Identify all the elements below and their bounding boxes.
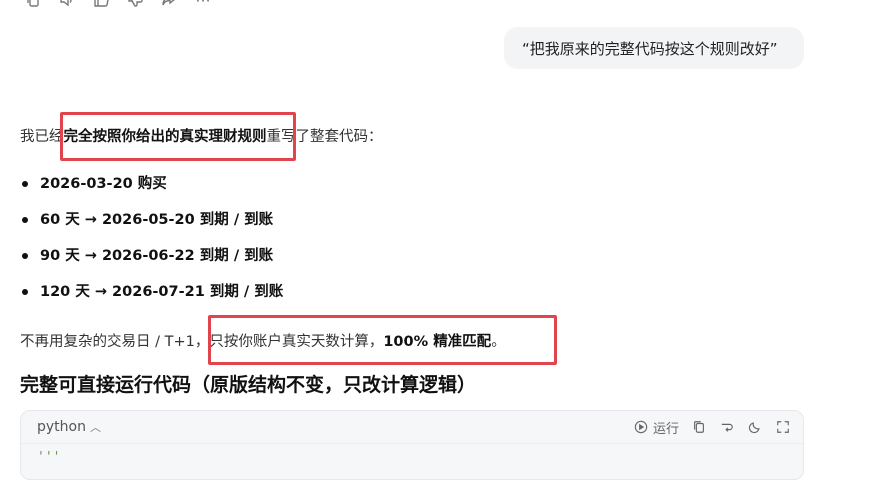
thumbs-down-icon[interactable] [126,0,144,9]
code-toolbar: 运行 [633,418,791,437]
run-label: 运行 [652,421,679,437]
speaker-icon[interactable] [58,0,76,9]
share-icon[interactable] [160,0,178,9]
copy-icon[interactable] [24,0,42,9]
list-item: 2026-03-20 购买 [20,170,283,206]
more-icon[interactable]: ··· [194,0,212,10]
run-button[interactable]: 运行 [633,418,679,437]
intro-suffix: 重写了整套代码： [266,129,383,145]
code-header: python ︿ 运行 [21,411,803,444]
theme-moon-icon[interactable] [747,419,763,435]
assistant-note: 不再用复杂的交易日 / T+1，只按你账户真实天数计算，100% 精准匹配。 [20,330,506,351]
code-block: python ︿ 运行 ''' [20,410,804,480]
list-item: 120 天 → 2026-07-21 到期 / 到账 [20,278,283,314]
assistant-intro: 我已经完全按照你给出的真实理财规则重写了整套代码： [20,125,383,146]
code-content: ''' [21,444,803,471]
note-prefix: 不再用复杂的交易日 / T+1，只按你账户真实天数计算， [20,334,384,350]
user-message-text: “把我原来的完整代码按这个规则改好” [522,39,778,58]
copy-code-icon[interactable] [691,419,707,435]
user-message-bubble: “把我原来的完整代码按这个规则改好” [504,27,804,69]
section-heading: 完整可直接运行代码（原版结构不变，只改计算逻辑） [20,374,477,396]
chevron-up-icon: ︿ [89,421,101,434]
rules-list: 2026-03-20 购买 60 天 → 2026-05-20 到期 / 到账 … [20,170,283,314]
thumbs-up-icon[interactable] [92,0,110,9]
list-item: 60 天 → 2026-05-20 到期 / 到账 [20,206,283,242]
intro-prefix: 我已经 [20,129,64,145]
intro-bold: 完全按照你给出的真实理财规则 [63,129,267,145]
code-line: ''' [37,450,61,465]
wrap-icon[interactable] [719,419,735,435]
language-selector[interactable]: python ︿ [37,419,101,435]
expand-icon[interactable] [775,419,791,435]
language-label: python [37,419,86,435]
play-icon [633,419,649,435]
message-actions: ··· [24,0,212,10]
note-suffix: 。 [491,334,506,350]
note-bold: 100% 精准匹配 [383,334,492,350]
list-item: 90 天 → 2026-06-22 到期 / 到账 [20,242,283,278]
